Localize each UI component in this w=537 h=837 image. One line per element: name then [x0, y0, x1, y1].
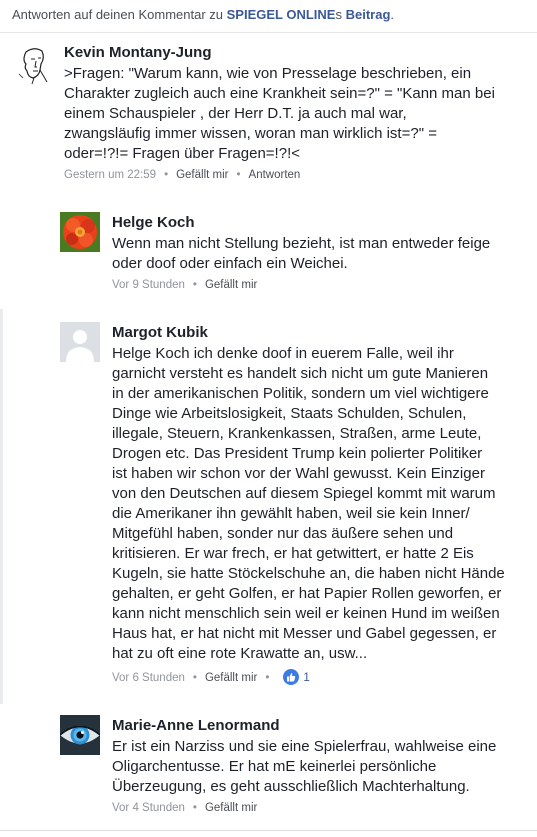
separator-dot: • [192, 672, 197, 685]
blue-eye-avatar[interactable] [60, 715, 100, 755]
like-count[interactable]: 1 [303, 672, 309, 684]
timestamp[interactable]: Vor 9 Stunden [112, 279, 185, 291]
comment-line: die Amerikaner ihn gewählt haben, weil s… [112, 505, 470, 522]
comment-line: ist haben wir schon vor der Wahl gewusst… [112, 465, 485, 482]
comment-line: Oligarchentusse. Er hat mE keinerlei per… [112, 758, 437, 775]
comment-meta: Vor 9 Stunden • Gefällt mir [112, 279, 257, 291]
like-button[interactable]: Gefällt mir [205, 672, 257, 684]
thumbs-up-icon[interactable] [283, 669, 300, 685]
notification-header: Antworten auf deinen Kommentar zu SPIEGE… [0, 0, 537, 33]
header-suffix: s [335, 7, 346, 22]
header-end: . [390, 7, 395, 22]
comment-line: oder=!?!= Fragen über Fragen=!?!< [64, 145, 300, 162]
comment-line: Charakter zugleich auch eine Krankheit s… [64, 85, 495, 102]
comment-meta: Vor 4 Stunden • Gefällt mir [112, 802, 257, 814]
comment-line: Dinge wie Arbeitslosigkeit, Staats Schul… [112, 405, 467, 422]
comment-author[interactable]: Kevin Montany-Jung [64, 44, 212, 61]
timestamp[interactable]: Gestern um 22:59 [64, 169, 156, 181]
separator-dot: • [164, 169, 169, 181]
bottom-divider [0, 830, 537, 831]
separator-dot: • [236, 169, 241, 181]
comment-line: garnicht versteht es handelt sich nicht … [112, 365, 489, 382]
post-link[interactable]: Beitrag [346, 7, 391, 22]
header-prefix: Antworten auf deinen Kommentar zu [12, 7, 227, 22]
comment-line: Haus hat, er hat nicht mit Messer und Ga… [112, 625, 497, 642]
header-text: Antworten auf deinen Kommentar zu SPIEGE… [12, 7, 394, 22]
comment-line: von den Deutschen auf diesem Spiegel kom… [112, 485, 496, 502]
like-button[interactable]: Gefällt mir [205, 279, 257, 291]
comment-text: >Fragen: "Warum kann, wie von Presselage… [64, 64, 495, 164]
comment-line: oder doof oder einfach ein Weichei. [112, 255, 348, 272]
like-button[interactable]: Gefällt mir [176, 169, 228, 181]
comment-line: Überzeugung, es geht ausschließlich Mach… [112, 778, 470, 795]
comment-line: kritisieren. Er war frech, er hat getwit… [112, 545, 474, 562]
like-button[interactable]: Gefällt mir [205, 802, 257, 814]
comment-line: Drogen etc. Das President Trump kein pol… [112, 445, 483, 462]
comment-author[interactable]: Margot Kubik [112, 324, 208, 341]
comment-text: Helge Koch ich denke doof in euerem Fall… [112, 344, 505, 664]
comment-author[interactable]: Marie-Anne Lenormand [112, 717, 280, 734]
comment-meta: Gestern um 22:59 • Gefällt mir • Antworten [64, 169, 300, 181]
red-flower-avatar[interactable] [60, 212, 100, 252]
comment-line: Er ist ein Narziss und sie eine Spielerf… [112, 738, 497, 755]
comment-line: >Fragen: "Warum kann, wie von Presselage… [64, 65, 472, 82]
separator-dot: • [265, 672, 270, 685]
line-drawing-face-avatar[interactable] [14, 44, 54, 84]
comment-line: Mitgefühl haben, sonder nur das äußere s… [112, 525, 454, 542]
reply-thread-rail [0, 309, 3, 704]
site-link[interactable]: SPIEGEL ONLINE [227, 7, 336, 22]
comment-line: illegale, Steuern, Krankenkassen, Straße… [112, 425, 482, 442]
comment-line: gehalten, er geht Golfen, er hat Papier … [112, 585, 502, 602]
comment-line: Helge Koch ich denke doof in euerem Fall… [112, 345, 454, 362]
comment-meta: Vor 6 Stunden • Gefällt mir • 1 [112, 669, 310, 686]
comment-line: zwangsläufig immer wissen, woran man wir… [64, 125, 437, 142]
timestamp[interactable]: Vor 4 Stunden [112, 802, 185, 814]
comment-line: einem Schauspieler , der Herr D.T. ja au… [64, 105, 407, 122]
comment-line: hat zu oft eine rote Krawatte an, usw... [112, 645, 368, 662]
comment-author[interactable]: Helge Koch [112, 214, 195, 231]
reply-button[interactable]: Antworten [249, 169, 301, 181]
separator-dot: • [192, 279, 197, 291]
timestamp[interactable]: Vor 6 Stunden [112, 672, 185, 684]
comment-text: Er ist ein Narziss und sie eine Spielerf… [112, 737, 496, 797]
comment-line: Wenn man nicht Stellung bezieht, ist man… [112, 235, 491, 252]
comment-text: Wenn man nicht Stellung bezieht, ist man… [112, 234, 490, 274]
default-silhouette-avatar[interactable] [60, 322, 100, 362]
comment-line: in der amerikanischen Politik, sondern u… [112, 385, 489, 402]
comment-line: Kugeln, sie hatte Stöckelschuhe an, die … [112, 565, 505, 582]
separator-dot: • [192, 802, 197, 814]
comment-line: kann nicht menschlich sein weil er keine… [112, 605, 500, 622]
